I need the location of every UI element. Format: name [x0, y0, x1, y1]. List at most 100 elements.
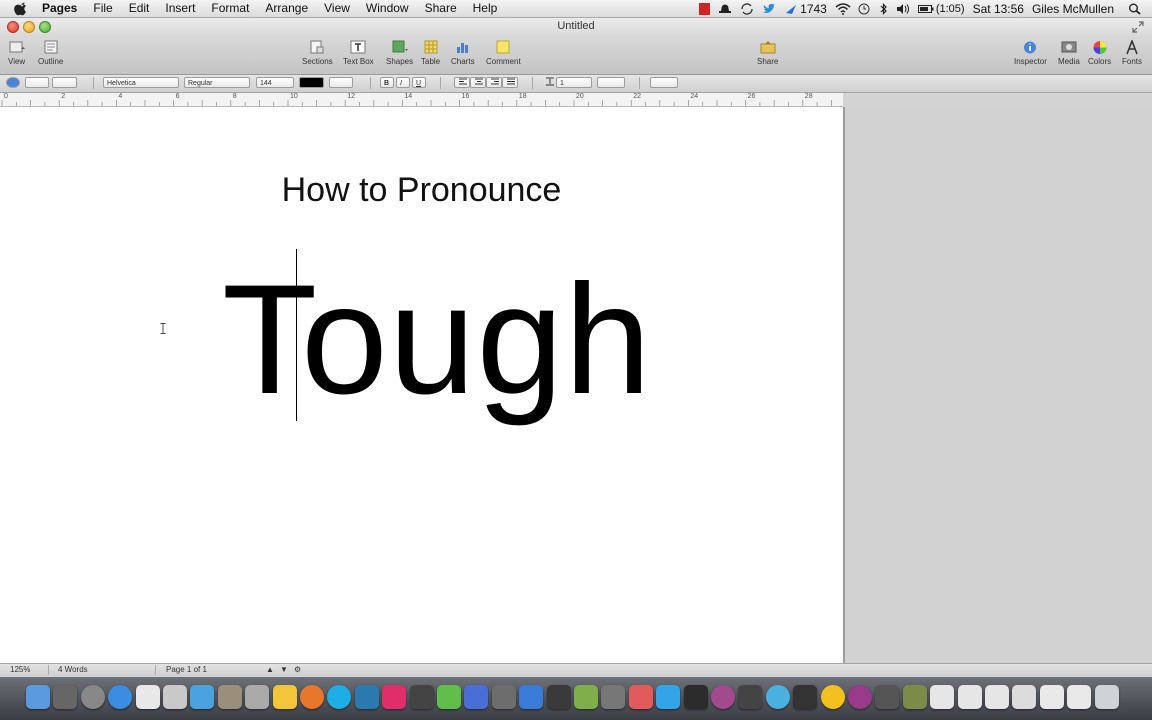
document-2-icon[interactable]	[957, 685, 982, 709]
numbers-icon[interactable]	[574, 685, 598, 709]
menu-file[interactable]: File	[85, 0, 120, 17]
skype-icon[interactable]	[327, 685, 352, 709]
table-button[interactable]: Table	[421, 40, 440, 66]
shapes-button[interactable]: Shapes	[386, 40, 413, 66]
spy-icon[interactable]	[409, 685, 434, 709]
inspector-button[interactable]: Inspector	[1014, 40, 1047, 66]
document-3-icon[interactable]	[985, 685, 1009, 709]
twitter-icon[interactable]	[656, 685, 681, 709]
view-button[interactable]: View	[8, 40, 25, 66]
italic-button[interactable]: I	[396, 77, 410, 88]
apple-logo-icon[interactable]	[14, 2, 28, 16]
keynote-icon[interactable]	[519, 685, 544, 709]
evernote-icon[interactable]	[437, 685, 461, 709]
user-name[interactable]: Giles McMullen	[1032, 2, 1114, 16]
dashboard-icon[interactable]	[53, 685, 78, 709]
font-size-field[interactable]: 144	[256, 77, 294, 88]
red-square-icon[interactable]	[699, 2, 711, 15]
word-count[interactable]: 4 Words	[58, 665, 88, 674]
spotlight-search-icon[interactable]	[1128, 3, 1142, 15]
screenshot-icon[interactable]	[245, 685, 270, 709]
pen-icon[interactable]	[491, 685, 516, 709]
menu-insert[interactable]: Insert	[157, 0, 203, 17]
menu-share[interactable]: Share	[417, 0, 465, 17]
isdictation-icon[interactable]	[848, 685, 872, 709]
sections-button[interactable]: Sections	[302, 40, 333, 66]
font-style-select[interactable]: Regular	[184, 77, 250, 88]
menu-view[interactable]: View	[316, 0, 358, 17]
firefox-icon[interactable]	[300, 685, 324, 709]
menu-help[interactable]: Help	[465, 0, 506, 17]
bluetooth-icon[interactable]	[879, 2, 888, 15]
page-up-icon[interactable]: ▲	[266, 665, 274, 674]
volume-icon[interactable]	[896, 3, 910, 15]
location-icon[interactable]	[765, 685, 790, 709]
launchpad-icon[interactable]	[80, 685, 105, 709]
hat-icon[interactable]	[718, 3, 732, 15]
underline-button[interactable]: U	[412, 77, 426, 88]
list-style-select[interactable]	[650, 77, 678, 88]
outline-button[interactable]: Outline	[38, 40, 63, 66]
zoom-level[interactable]: 125%	[10, 665, 30, 674]
battery-icon[interactable]	[917, 3, 934, 15]
share-button[interactable]: Share	[757, 40, 778, 66]
battery-time[interactable]: (1:05)	[936, 3, 965, 15]
instruments-icon[interactable]	[875, 685, 900, 709]
charts-button[interactable]: Charts	[451, 40, 475, 66]
folder-2-icon[interactable]	[1067, 685, 1092, 709]
fonts-button[interactable]: Fonts	[1122, 40, 1142, 66]
page-actions-gear-icon[interactable]: ⚙	[294, 665, 301, 674]
bold-button[interactable]: B	[380, 77, 394, 88]
paragraph-style-toggle-icon[interactable]	[6, 77, 20, 88]
text-box-button[interactable]: Text Box	[343, 40, 374, 66]
chrome-icon[interactable]	[820, 685, 845, 709]
align-right-button[interactable]	[486, 77, 502, 88]
columns-select[interactable]	[597, 77, 625, 88]
colors-button[interactable]: Colors	[1088, 40, 1111, 66]
document-1-icon[interactable]	[930, 685, 955, 709]
heart-icon[interactable]	[382, 685, 407, 709]
horizontal-ruler[interactable]: 0 2 4 6 8 10 12 14 16 18 20 22 24 26 28	[0, 93, 843, 107]
comment-button[interactable]: Comment	[486, 40, 521, 66]
paragraph-style-menu[interactable]	[25, 77, 49, 88]
document-heading[interactable]: How to Pronounce	[0, 171, 843, 210]
clapper-icon[interactable]	[793, 685, 818, 709]
align-left-button[interactable]	[454, 77, 470, 88]
justify-button[interactable]	[502, 77, 518, 88]
fullscreen-icon[interactable]	[1132, 21, 1144, 33]
character-style-menu[interactable]	[52, 77, 77, 88]
airmail-icon[interactable]	[628, 685, 653, 709]
twitter-bird-icon[interactable]	[762, 3, 776, 15]
text-color-swatch[interactable]	[299, 77, 324, 88]
bonjour-icon[interactable]	[711, 685, 735, 709]
clock[interactable]: Sat 13:56	[973, 2, 1024, 16]
menu-window[interactable]: Window	[358, 0, 417, 17]
tweetdeck-icon[interactable]	[738, 685, 763, 709]
page-down-icon[interactable]: ▼	[280, 665, 288, 674]
twitter-count-icon[interactable]	[784, 3, 798, 15]
twitter-count[interactable]: 1743	[800, 2, 827, 16]
hootsuite-icon[interactable]	[683, 685, 708, 709]
font-family-select[interactable]: Helvetica	[103, 77, 179, 88]
time-machine-icon[interactable]	[857, 3, 871, 15]
photo-icon[interactable]	[163, 685, 187, 709]
document-page[interactable]: How to Pronounce Tough	[0, 107, 845, 663]
menu-edit[interactable]: Edit	[121, 0, 158, 17]
photo-booth-icon[interactable]	[902, 685, 927, 709]
menu-app-name[interactable]: Pages	[34, 0, 85, 17]
calculator-icon[interactable]	[601, 685, 626, 709]
itunes-icon[interactable]	[190, 685, 215, 709]
line-spacing-select[interactable]: 1	[556, 77, 592, 88]
sync-icon[interactable]	[740, 2, 754, 15]
document-4-icon[interactable]	[1012, 685, 1037, 709]
trash-icon[interactable]	[1094, 685, 1119, 709]
highlight-color-swatch[interactable]	[329, 77, 353, 88]
ical-icon[interactable]	[135, 685, 160, 709]
media-button[interactable]: Media	[1058, 40, 1080, 66]
document-big-word[interactable]: Tough	[222, 262, 652, 418]
facetime-icon[interactable]	[546, 685, 571, 709]
twitterrific-icon[interactable]	[354, 685, 379, 709]
safari-icon[interactable]	[108, 685, 133, 709]
mail-icon[interactable]	[272, 685, 297, 709]
dropbox-icon[interactable]	[464, 685, 489, 709]
